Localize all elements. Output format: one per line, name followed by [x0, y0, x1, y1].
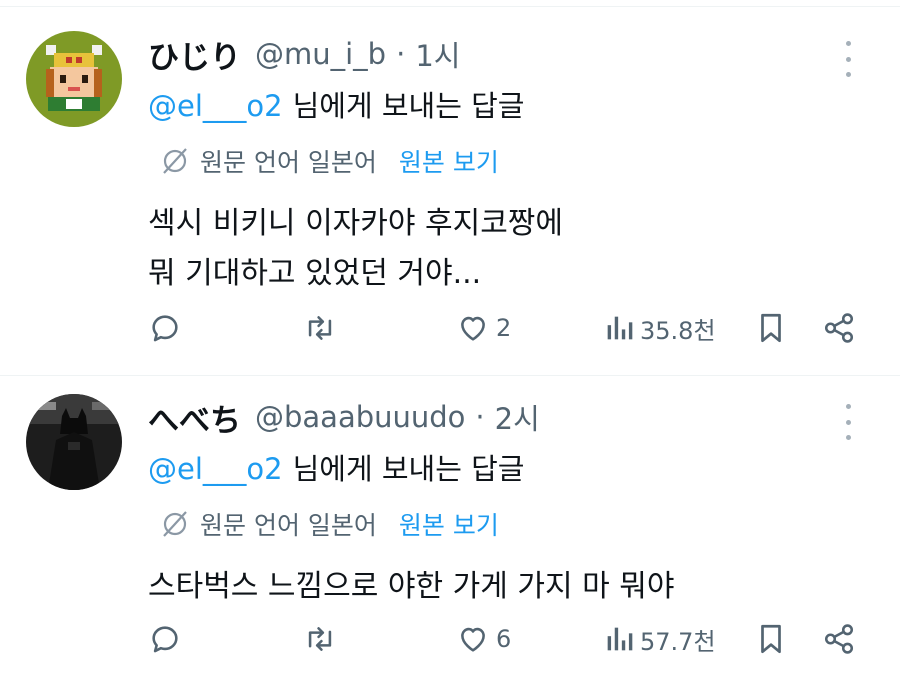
- reply-icon: [152, 626, 178, 653]
- timestamp[interactable]: 2시: [495, 396, 540, 438]
- translate-globe-icon: [163, 511, 187, 537]
- timestamp[interactable]: 1시: [415, 33, 460, 75]
- tweet-text: 섹시 비키니 이자카야 후지코짱에 뭐 기대하고 있었던 거야...: [148, 199, 870, 299]
- separator-dot: ·: [475, 400, 485, 434]
- share-button[interactable]: [822, 311, 856, 345]
- avatar[interactable]: [26, 31, 122, 127]
- top-divider: [0, 0, 900, 7]
- retweet-icon: [308, 316, 332, 340]
- translation-bar: 원문 언어 일본어 원본 보기: [160, 137, 870, 185]
- like-button[interactable]: 2: [456, 311, 511, 345]
- views-icon: [607, 316, 633, 340]
- share-icon: [824, 313, 854, 343]
- reply-button[interactable]: [148, 311, 182, 345]
- share-button[interactable]: [822, 622, 856, 656]
- retweet-icon: [308, 627, 332, 651]
- action-bar: 6 57.7천: [0, 616, 900, 662]
- reply-icon: [152, 315, 178, 342]
- tweet-text-line: 스타벅스 느낌으로 야한 가게 가지 마 뭐야: [148, 569, 675, 604]
- action-bar: 2 35.8천: [0, 305, 900, 351]
- more-icon[interactable]: [836, 41, 860, 77]
- display-name[interactable]: へべち: [148, 395, 241, 440]
- display-name[interactable]: ひじり: [148, 32, 241, 77]
- like-count: 6: [496, 625, 512, 653]
- view-original-link[interactable]: 원본 보기: [399, 506, 499, 542]
- bookmark-button[interactable]: [756, 311, 786, 345]
- heart-icon: [461, 316, 485, 341]
- bookmark-button[interactable]: [756, 622, 786, 656]
- views-button[interactable]: 35.8천: [604, 311, 716, 346]
- view-count: 57.7천: [640, 627, 716, 656]
- views-icon: [607, 627, 633, 651]
- view-count: 35.8천: [640, 316, 716, 345]
- views-button[interactable]: 57.7천: [604, 622, 716, 657]
- original-language-label: 원문 언어 일본어: [200, 148, 377, 177]
- user-handle[interactable]: @mu_i_b: [255, 37, 386, 71]
- avatar-pixel-character-icon: [26, 31, 122, 127]
- reply-label: 님에게 보내는 답글: [292, 452, 525, 486]
- user-handle[interactable]: @baaabuuudo: [255, 400, 465, 434]
- separator-dot: ·: [396, 37, 406, 71]
- reply-mention-link[interactable]: @el___o2: [148, 452, 283, 486]
- tweet[interactable]: ひじり @mu_i_b · 1시 @el___o2 님에게 보내는 답글 원문 언…: [0, 7, 900, 375]
- bookmark-icon: [761, 624, 781, 654]
- retweet-button[interactable]: [302, 311, 338, 345]
- share-icon: [824, 624, 854, 654]
- avatar-dark-figure-icon: [26, 394, 122, 490]
- more-icon[interactable]: [836, 404, 860, 440]
- bookmark-icon: [761, 313, 781, 343]
- reply-label: 님에게 보내는 답글: [292, 89, 525, 123]
- view-original-link[interactable]: 원본 보기: [399, 143, 499, 179]
- tweet-text-line: 뭐 기대하고 있었던 거야...: [148, 256, 482, 291]
- tweet[interactable]: へべち @baaabuuudo · 2시 @el___o2 님에게 보내는 답글 …: [0, 375, 900, 687]
- like-count: 2: [496, 314, 512, 342]
- heart-icon: [461, 627, 485, 652]
- translation-bar: 원문 언어 일본어 원본 보기: [160, 500, 870, 548]
- translate-globe-icon: [163, 148, 187, 174]
- reply-button[interactable]: [148, 622, 182, 656]
- tweet-text: 스타벅스 느낌으로 야한 가게 가지 마 뭐야: [148, 562, 870, 612]
- reply-mention-link[interactable]: @el___o2: [148, 89, 283, 123]
- like-button[interactable]: 6: [456, 622, 511, 656]
- avatar[interactable]: [26, 394, 122, 490]
- tweet-text-line: 섹시 비키니 이자카야 후지코짱에: [148, 206, 564, 241]
- retweet-button[interactable]: [302, 622, 338, 656]
- original-language-label: 원문 언어 일본어: [200, 511, 377, 540]
